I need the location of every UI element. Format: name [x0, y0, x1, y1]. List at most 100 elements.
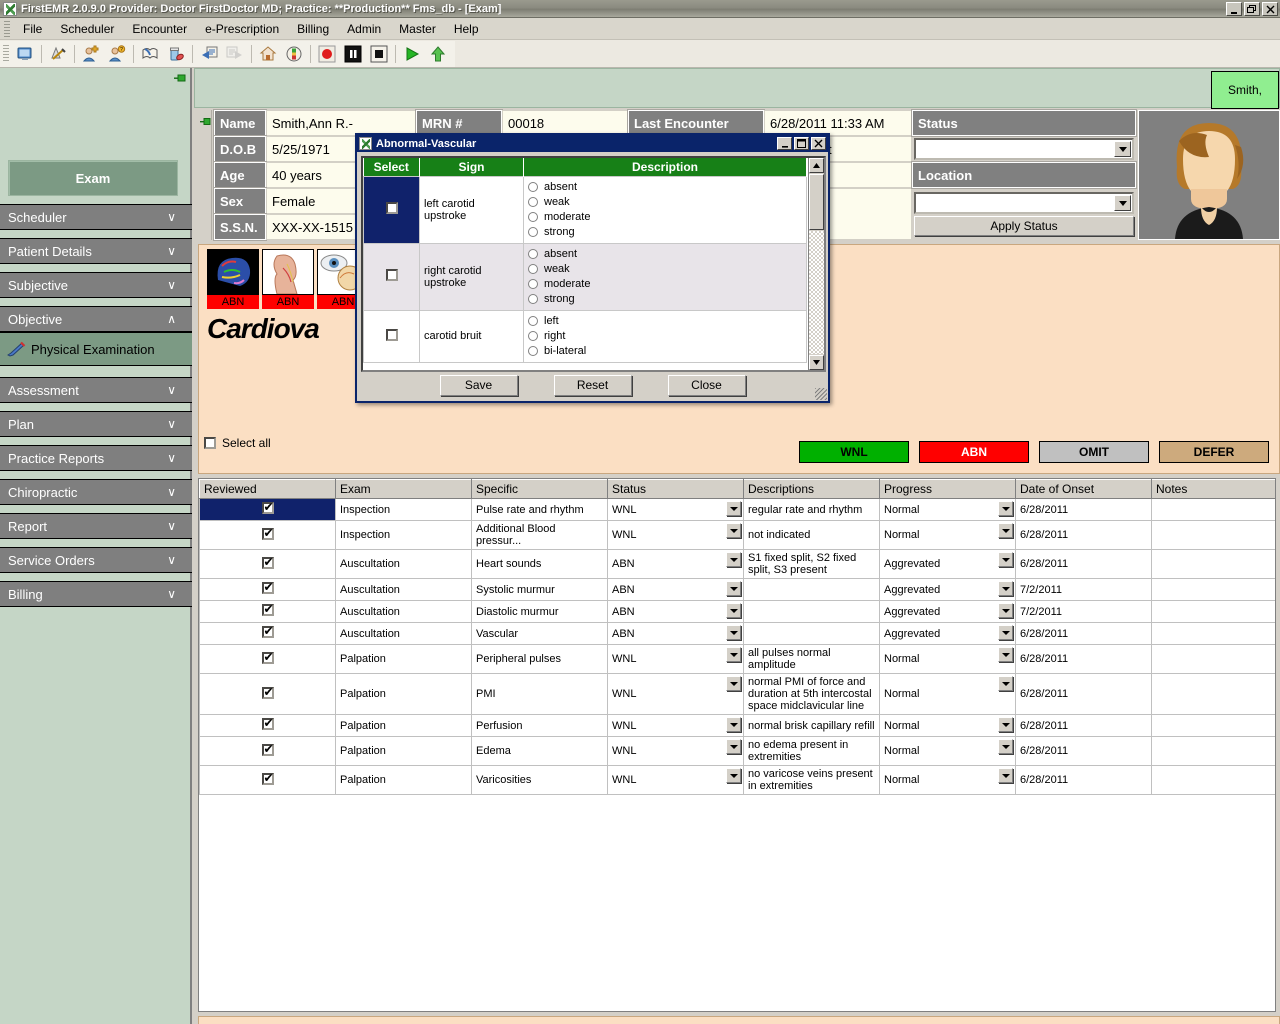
- vitals-icon[interactable]: [282, 43, 306, 65]
- chevron-down-icon[interactable]: [998, 523, 1013, 538]
- cell-progress[interactable]: Aggrevated: [880, 601, 1016, 623]
- table-row[interactable]: PalpationPMIWNLnormal PMI of force and d…: [200, 674, 1276, 715]
- dialog-close-button[interactable]: [811, 137, 826, 150]
- dialog-radio-option[interactable]: absent: [528, 180, 802, 195]
- chart-book-icon[interactable]: [138, 43, 162, 65]
- add-patient-icon[interactable]: [79, 43, 103, 65]
- table-row[interactable]: InspectionPulse rate and rhythmWNLregula…: [200, 499, 1276, 521]
- window-minimize-button[interactable]: [1226, 2, 1242, 16]
- menu-item-e-prescription[interactable]: e-Prescription: [196, 20, 288, 38]
- radio-button-icon[interactable]: [528, 212, 538, 222]
- pause-icon[interactable]: [341, 43, 365, 65]
- cell-progress[interactable]: Aggrevated: [880, 550, 1016, 579]
- stop-icon[interactable]: [367, 43, 391, 65]
- chevron-down-icon[interactable]: [998, 501, 1013, 516]
- record-icon[interactable]: [315, 43, 339, 65]
- cell-reviewed[interactable]: [200, 674, 336, 715]
- scroll-down-arrow-icon[interactable]: [809, 355, 824, 370]
- radio-button-icon[interactable]: [528, 182, 538, 192]
- patient-info-icon[interactable]: ?: [105, 43, 129, 65]
- sidebar-item-practice-reports[interactable]: Practice Reports ∨: [0, 445, 192, 471]
- dialog-maximize-button[interactable]: [794, 137, 809, 150]
- monitor-icon[interactable]: [13, 43, 37, 65]
- dialog-save-button[interactable]: Save: [440, 375, 518, 396]
- dialog-radio-option[interactable]: moderate: [528, 277, 802, 292]
- cell-status[interactable]: ABN: [608, 623, 744, 645]
- cell-reviewed[interactable]: [200, 601, 336, 623]
- sidebar-item-subjective[interactable]: Subjective ∨: [0, 272, 192, 298]
- sidebar-item-patient-details[interactable]: Patient Details ∨: [0, 238, 192, 264]
- dialog-reset-button[interactable]: Reset: [554, 375, 632, 396]
- upload-icon[interactable]: [426, 43, 450, 65]
- chevron-down-icon[interactable]: [726, 768, 741, 783]
- radio-button-icon[interactable]: [528, 331, 538, 341]
- dialog-select-cell[interactable]: [364, 176, 420, 243]
- cell-status[interactable]: WNL: [608, 674, 744, 715]
- status-button-omit[interactable]: OMIT: [1039, 441, 1149, 463]
- column-header-reviewed[interactable]: Reviewed: [200, 480, 336, 499]
- cell-progress[interactable]: Aggrevated: [880, 579, 1016, 601]
- chevron-down-icon[interactable]: [726, 523, 741, 538]
- radio-button-icon[interactable]: [528, 197, 538, 207]
- write-chart-icon[interactable]: [46, 43, 70, 65]
- menu-grip[interactable]: [4, 21, 10, 37]
- sidebar-item-physical-examination[interactable]: Physical Examination: [0, 332, 192, 366]
- table-row[interactable]: PalpationVaricositiesWNLno varicose vein…: [200, 766, 1276, 795]
- status-dropdown[interactable]: [914, 138, 1134, 160]
- cell-progress[interactable]: Normal: [880, 715, 1016, 737]
- dialog-radio-option[interactable]: strong: [528, 225, 802, 240]
- sidebar-item-chiropractic[interactable]: Chiropractic ∨: [0, 479, 192, 505]
- scrollbar-track[interactable]: [809, 231, 824, 354]
- dialog-radio-option[interactable]: left: [528, 314, 802, 329]
- radio-button-icon[interactable]: [528, 346, 538, 356]
- cell-reviewed[interactable]: [200, 579, 336, 601]
- table-row[interactable]: AuscultationSystolic murmurABNAggrevated…: [200, 579, 1276, 601]
- reviewed-checkbox[interactable]: [262, 626, 274, 638]
- sidebar-item-assessment[interactable]: Assessment ∨: [0, 377, 192, 403]
- cell-status[interactable]: WNL: [608, 715, 744, 737]
- menu-item-admin[interactable]: Admin: [338, 20, 390, 38]
- table-row[interactable]: AuscultationHeart soundsABNS1 fixed spli…: [200, 550, 1276, 579]
- cell-progress[interactable]: Normal: [880, 674, 1016, 715]
- radio-button-icon[interactable]: [528, 316, 538, 326]
- sidebar-item-billing[interactable]: Billing ∨: [0, 581, 192, 607]
- dialog-close-footer-button[interactable]: Close: [668, 375, 746, 396]
- select-all-row[interactable]: Select all: [204, 436, 271, 450]
- menu-item-billing[interactable]: Billing: [288, 20, 338, 38]
- dialog-select-checkbox[interactable]: [386, 269, 398, 281]
- sidebar-item-plan[interactable]: Plan ∨: [0, 411, 192, 437]
- cell-status[interactable]: WNL: [608, 766, 744, 795]
- table-row[interactable]: PalpationEdemaWNLno edema present in ext…: [200, 737, 1276, 766]
- window-restore-button[interactable]: [1244, 2, 1260, 16]
- column-header-descriptions[interactable]: Descriptions: [744, 480, 880, 499]
- reviewed-checkbox[interactable]: [262, 718, 274, 730]
- cell-reviewed[interactable]: [200, 550, 336, 579]
- chevron-down-icon[interactable]: [998, 647, 1013, 662]
- column-header-progress[interactable]: Progress: [880, 480, 1016, 499]
- sidebar-item-objective[interactable]: Objective ∧: [0, 306, 192, 332]
- reviewed-checkbox[interactable]: [262, 528, 274, 540]
- column-header-status[interactable]: Status: [608, 480, 744, 499]
- dialog-radio-option[interactable]: weak: [528, 195, 802, 210]
- chevron-down-icon[interactable]: [998, 676, 1013, 691]
- menu-item-encounter[interactable]: Encounter: [123, 20, 196, 38]
- cell-status[interactable]: WNL: [608, 737, 744, 766]
- menu-item-master[interactable]: Master: [390, 20, 445, 38]
- pill-bottle-icon[interactable]: [164, 43, 188, 65]
- scroll-up-arrow-icon[interactable]: [809, 158, 824, 173]
- pin-icon[interactable]: [174, 72, 186, 82]
- table-row[interactable]: InspectionAdditional Blood pressur...WNL…: [200, 521, 1276, 550]
- reviewed-checkbox[interactable]: [262, 652, 274, 664]
- chevron-down-icon[interactable]: [726, 647, 741, 662]
- chevron-down-icon[interactable]: [726, 552, 741, 567]
- dialog-select-checkbox[interactable]: [386, 202, 398, 214]
- dialog-vertical-scrollbar[interactable]: [808, 158, 824, 370]
- cell-status[interactable]: ABN: [608, 550, 744, 579]
- patient-tab-smith[interactable]: Smith,: [1211, 71, 1279, 109]
- reply-note-icon[interactable]: [197, 43, 221, 65]
- chevron-down-icon[interactable]: [726, 739, 741, 754]
- cell-status[interactable]: WNL: [608, 645, 744, 674]
- cell-reviewed[interactable]: [200, 645, 336, 674]
- cell-reviewed[interactable]: [200, 623, 336, 645]
- cell-reviewed[interactable]: [200, 499, 336, 521]
